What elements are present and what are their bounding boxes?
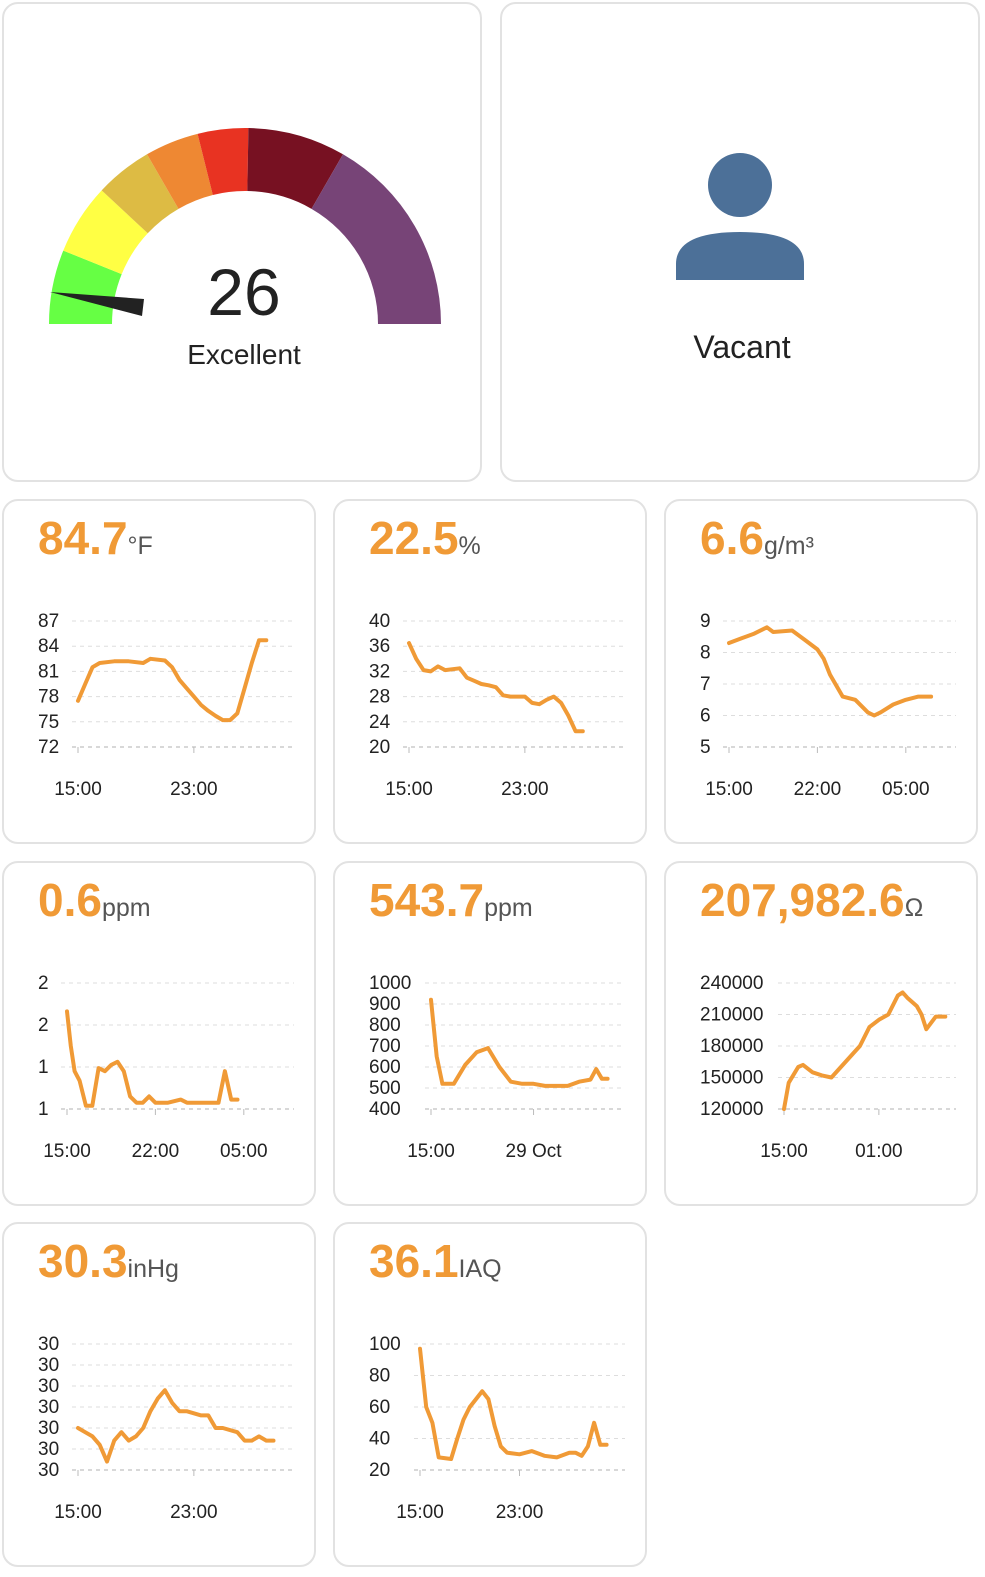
y-tick-label: 9 [700,611,711,632]
x-tick-label: 01:00 [855,1141,903,1162]
y-tick-label: 120000 [700,1099,763,1120]
series-line [418,1346,609,1461]
y-tick-label: 20 [369,1460,390,1481]
carbon-monoxide-history-chart: 2 2 1 1 15:00 22:00 05:00 [38,973,294,1162]
series-line [65,1009,240,1108]
sensor-card-pressure[interactable]: 30.3inHg 30 30 30 30 30 30 30 15:00 23:00 [2,1222,316,1567]
y-tick-label: 240000 [700,973,763,994]
y-tick-label: 30 [38,1460,59,1481]
x-tick-label: 15:00 [54,1502,102,1523]
sensor-card-temperature[interactable]: 84.7°F 87 84 81 78 75 72 15:00 23:00 [2,499,316,844]
y-tick-label: 36 [369,636,390,657]
sensor-card-co2[interactable]: 543.7ppm 1000 900 800 700 600 500 400 15:00 29 O… [333,861,647,1206]
x-tick-label: 15:00 [760,1141,808,1162]
y-tick-label: 100 [369,1334,401,1355]
x-tick-label: 23:00 [170,1502,218,1523]
y-tick-label: 1000 [369,973,411,994]
person-icon [676,153,804,280]
absolute-humidity-history-chart: 9 8 7 6 5 15:00 22:00 05:00 [700,611,956,800]
sensor-card-carbon-monoxide[interactable]: 0.6ppm 2 2 1 1 15:00 22:00 05:00 [2,861,316,1206]
y-tick-label: 180000 [700,1036,763,1057]
y-tick-label: 75 [38,712,59,733]
y-tick-label: 900 [369,994,401,1015]
occupancy-status: Vacant [693,329,791,365]
y-tick-label: 800 [369,1015,401,1036]
x-tick-label: 05:00 [882,779,930,800]
series-line [727,625,934,718]
y-tick-label: 5 [700,737,711,758]
air-quality-gauge-card[interactable]: 26 Excellent [2,2,482,482]
iaq-history-chart: 100 80 60 40 20 15:00 23:00 [369,1334,625,1523]
y-tick-label: 24 [369,712,391,733]
y-tick-label: 2 [38,973,49,994]
y-tick-label: 30 [38,1376,59,1397]
pressure-history-chart: 3030303030303015:00 23:00 [38,1334,294,1523]
y-tick-label: 78 [38,687,59,708]
y-tick-label: 28 [369,687,390,708]
y-tick-label: 1 [38,1099,49,1120]
sensor-card-iaq[interactable]: 36.1IAQ 100 80 60 40 20 15:00 23:00 [333,1222,647,1567]
x-tick-label: 23:00 [496,1502,544,1523]
y-tick-label: 30 [38,1439,59,1460]
y-tick-label: 600 [369,1057,401,1078]
sensor-card-absolute-humidity[interactable]: 6.6g/m³ 9 8 7 6 5 15:00 22:00 05:00 [664,499,978,844]
x-tick-label: 23:00 [501,779,549,800]
y-tick-label: 500 [369,1078,401,1099]
gas-resistance-history-chart: 240000 210000 180000 150000 120000 15:00 01:00 [700,973,956,1162]
gauge-rating: Excellent [187,339,301,370]
x-tick-label: 22:00 [794,779,842,800]
x-tick-label: 29 Oct [506,1141,563,1162]
temperature-history-chart: 87 84 81 78 75 72 15:00 23:00 [38,611,294,800]
x-tick-label: 15:00 [43,1141,91,1162]
y-tick-label: 60 [369,1397,390,1418]
x-tick-label: 15:00 [54,779,102,800]
y-tick-label: 30 [38,1418,59,1439]
sensor-card-gas-resistance[interactable]: 207,982.6Ω 240000 210000 180000 150000 12000… [664,861,978,1206]
y-tick-label: 700 [369,1036,401,1057]
co2-history-chart: 1000900800700600500400 15:00 29 Oct [369,973,625,1162]
series-line [429,997,610,1088]
y-tick-label: 400 [369,1099,401,1120]
y-tick-label: 1 [38,1057,49,1078]
y-tick-label: 30 [38,1355,59,1376]
humidity-history-chart: 40 36 32 28 24 20 15:00 23:00 [369,611,625,800]
air-quality-gauge [49,128,441,324]
y-tick-label: 210000 [700,1005,763,1026]
series-line [407,641,585,734]
y-tick-label: 20 [369,737,390,758]
x-tick-label: 15:00 [407,1141,455,1162]
y-tick-label: 30 [38,1397,59,1418]
y-tick-label: 30 [38,1334,59,1355]
y-tick-label: 7 [700,674,711,695]
y-tick-label: 84 [38,636,60,657]
gauge-value: 26 [207,255,281,329]
x-tick-label: 15:00 [396,1502,444,1523]
y-tick-label: 80 [369,1366,390,1387]
series-line [782,990,948,1111]
y-tick-label: 2 [38,1015,49,1036]
y-tick-label: 150000 [700,1068,763,1089]
occupancy-card[interactable]: Vacant [500,2,980,482]
x-tick-label: 23:00 [170,779,218,800]
y-tick-label: 6 [700,706,711,727]
y-tick-label: 40 [369,1429,390,1450]
y-tick-label: 81 [38,661,59,682]
x-tick-label: 22:00 [132,1141,180,1162]
y-tick-label: 32 [369,661,390,682]
y-tick-label: 72 [38,737,59,758]
series-line [76,1388,276,1464]
y-tick-label: 87 [38,611,59,632]
x-tick-label: 05:00 [220,1141,268,1162]
x-tick-label: 15:00 [705,779,753,800]
y-tick-label: 40 [369,611,390,632]
y-tick-label: 8 [700,643,711,664]
x-tick-label: 15:00 [385,779,433,800]
sensor-card-humidity[interactable]: 22.5% 40 36 32 28 24 20 15:00 23:00 [333,499,647,844]
series-line [76,638,269,723]
